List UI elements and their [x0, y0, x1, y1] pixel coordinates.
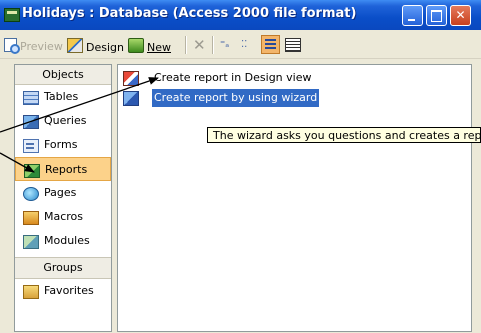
callout-arrows	[0, 77, 159, 173]
callout-arrow	[0, 152, 35, 173]
database-window: Holidays : Database (Access 2000 file fo…	[0, 0, 481, 333]
callout-arrow	[0, 77, 159, 133]
